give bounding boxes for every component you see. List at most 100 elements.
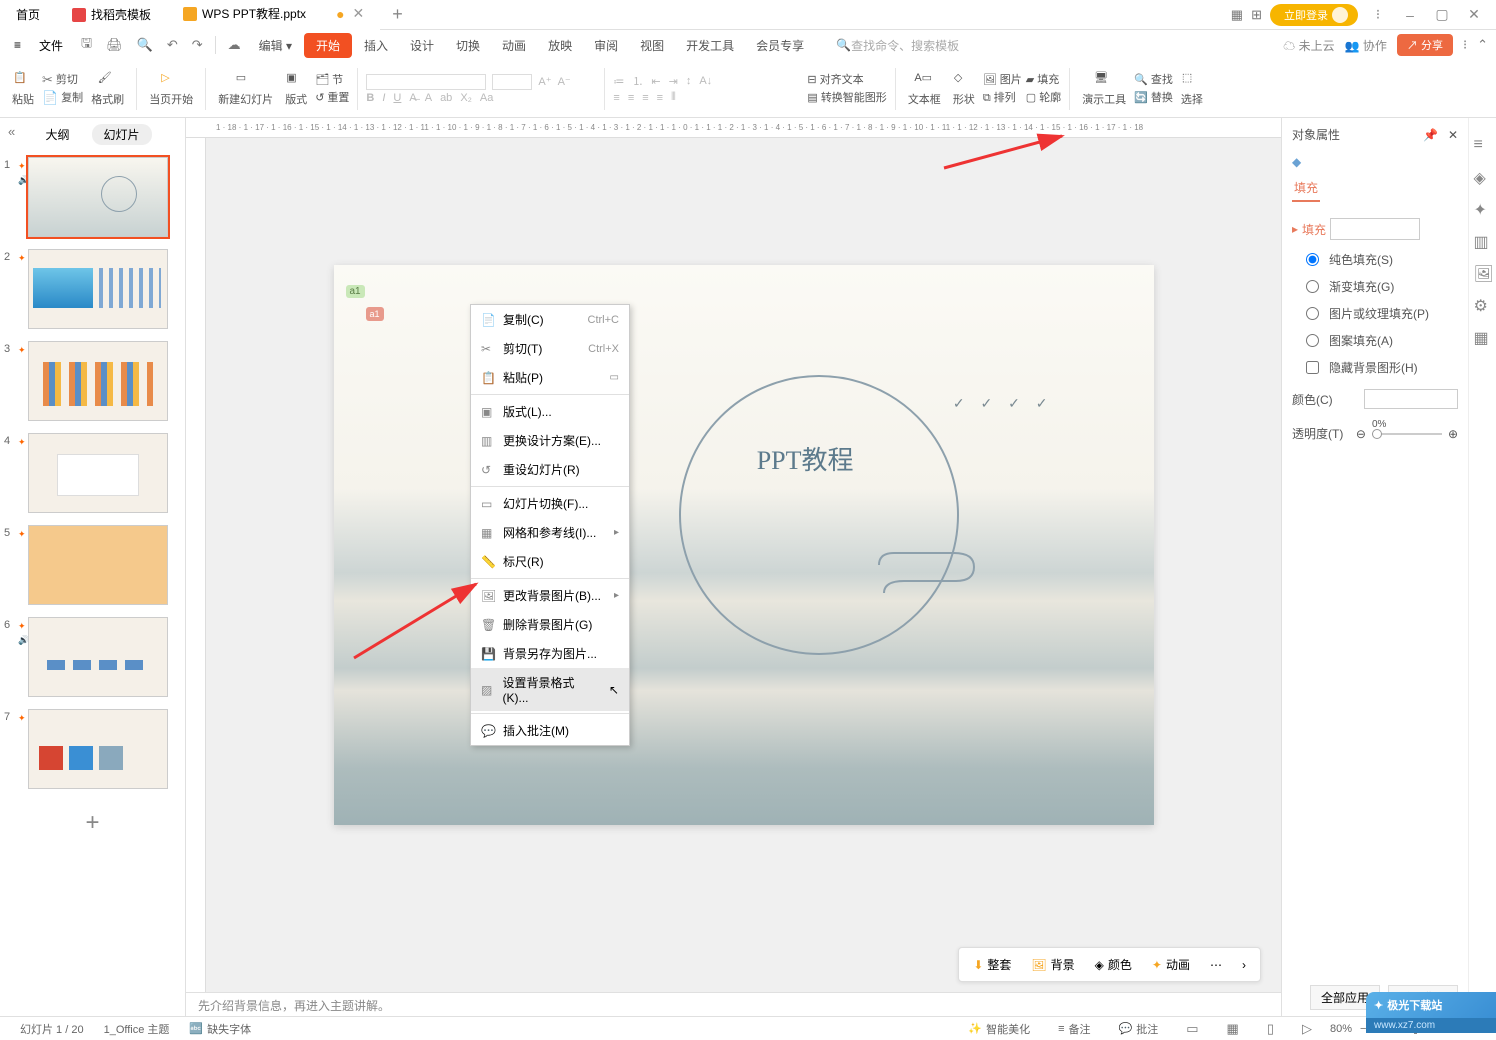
bullets-icon[interactable]: ≔ [613,75,624,88]
cloud-sync-icon[interactable]: ☁ [222,33,247,57]
thumb-2[interactable]: 2✦ [2,247,183,331]
tab-new-button[interactable]: + [380,4,415,25]
find-btn[interactable]: 🔍 查找 [1134,72,1173,88]
plus-icon[interactable]: ⊕ [1448,427,1458,441]
radio-pattern[interactable] [1306,334,1319,347]
zoom-value[interactable]: 80% [1330,1023,1352,1035]
distribute-icon[interactable]: ⫴ [671,91,676,104]
strip-ai-icon[interactable]: ✦ [1474,200,1492,218]
redo-icon[interactable]: ↷ [186,33,209,57]
strip-image-icon[interactable]: 🖼 [1474,264,1492,282]
save-icon[interactable]: 🖫 [75,30,98,60]
undo-icon[interactable]: ↶ [161,33,184,57]
cut-icon[interactable]: ✂ [42,72,53,88]
preview-icon[interactable]: 🔍 [131,33,159,57]
highlight-icon[interactable]: ab [440,92,452,104]
menu-transition[interactable]: 切换 [446,32,490,59]
canvas-area[interactable]: a1 a1 🔊 PPT教程 ✓ ✓ ✓ ✓ ⬇整套 🖼背景 ◈颜色 ✦动画 ⋯ [206,138,1281,992]
cm-cut[interactable]: ✂剪切(T)Ctrl+X [471,334,629,363]
font-size-select[interactable] [492,74,532,90]
theme-name[interactable]: 1_Office 主题 [94,1021,180,1037]
cm-copy[interactable]: 📄复制(C)Ctrl+C [471,305,629,334]
fill-swatch[interactable] [1330,218,1420,240]
menu-edit[interactable]: 编辑 ▾ [249,32,302,59]
collapse-icon[interactable]: « [8,124,15,139]
slides-tab[interactable]: 幻灯片 [92,124,152,145]
view-slideshow-icon[interactable]: ▷ [1292,1021,1322,1037]
cm-format-bg[interactable]: ▨设置背景格式(K)...↖ [471,668,629,711]
tab-templates[interactable]: 找稻壳模板 [56,0,167,30]
cloud-status[interactable]: ☁ 未上云 [1283,37,1334,54]
view-sorter-icon[interactable]: ▦ [1217,1021,1249,1037]
align-text-btn[interactable]: ⊟ 对齐文本 [807,72,886,88]
indent-dec-icon[interactable]: ⇤ [651,75,660,88]
replace-btn[interactable]: 🔄 替换 [1134,90,1173,106]
menu-devtools[interactable]: 开发工具 [676,32,744,59]
align-justify-icon[interactable]: ≡ [657,92,663,104]
hamburger-icon[interactable]: ≡ [8,34,27,56]
font-shrink-icon[interactable]: A⁻ [558,75,571,88]
picture-btn[interactable]: 🖼 图片 [983,72,1022,88]
thumb-1[interactable]: 1✦🔊 [2,155,183,239]
reset-btn[interactable]: ↺ 重置 [315,90,349,106]
radio-solid[interactable] [1306,253,1319,266]
section-btn[interactable]: 🗂 节 [315,72,349,88]
minus-icon[interactable]: ⊖ [1356,427,1366,441]
play-from-current[interactable]: ▷当页开始 [145,71,197,107]
menu-view[interactable]: 视图 [630,32,674,59]
share-button[interactable]: ↗ 分享 [1397,34,1453,56]
menu-design[interactable]: 设计 [400,32,444,59]
thumb-3[interactable]: 3✦ [2,339,183,423]
italic-icon[interactable]: I [382,92,385,104]
menu-file[interactable]: 文件 [29,33,73,58]
bg-btn[interactable]: 🖼背景 [1023,952,1082,977]
color-btn[interactable]: ◈颜色 [1087,952,1140,977]
thumb-5[interactable]: 5✦ [2,523,183,607]
smart-graphic-btn[interactable]: ▤ 转换智能图形 [807,90,886,106]
comment-marker-1[interactable]: a1 [346,285,365,298]
font-name-select[interactable] [366,74,486,90]
arrange-btn[interactable]: ⧉ 排列 [983,90,1022,106]
shape-btn[interactable]: ◇形状 [949,71,979,107]
copy-icon[interactable]: 📄 [42,90,58,106]
new-slide[interactable]: ▭新建幻灯片 [214,71,277,107]
print-icon[interactable]: 🖨 [100,33,129,57]
indent-inc-icon[interactable]: ⇥ [669,75,678,88]
cm-save-bg[interactable]: 💾背景另存为图片... [471,639,629,668]
bold-icon[interactable]: B [366,92,374,104]
window-maximize[interactable]: ▢ [1430,6,1454,23]
font-grow-icon[interactable]: A⁺ [538,75,551,88]
comment-marker-2[interactable]: a1 [366,307,384,321]
strip-template-icon[interactable]: ▥ [1474,232,1492,250]
cm-transition[interactable]: ▭幻灯片切换(F)... [471,489,629,518]
radio-picture[interactable] [1306,307,1319,320]
add-slide-button[interactable]: + [2,799,183,847]
outline-btn[interactable]: ▢ 轮廓 [1026,90,1061,106]
menu-start[interactable]: 开始 [304,33,352,58]
cm-layout[interactable]: ▣版式(L)... [471,397,629,426]
textbox-btn[interactable]: A▭文本框 [904,71,945,107]
more-icon[interactable]: ⁝ [1463,37,1467,53]
window-menu[interactable]: ⁝ [1366,6,1390,23]
more-designs[interactable]: ⋯ [1202,954,1230,976]
full-set-btn[interactable]: ⬇整套 [965,952,1019,977]
slide-canvas[interactable]: a1 a1 🔊 PPT教程 ✓ ✓ ✓ ✓ [334,265,1154,825]
align-left-icon[interactable]: ≡ [613,92,619,104]
copy-label[interactable]: 复制 [61,90,83,106]
thumb-6[interactable]: 6✦🔊 [2,615,183,699]
login-button[interactable]: 立即登录 [1270,4,1358,26]
text-direction-icon[interactable]: A↓ [699,75,712,87]
cm-change-bg[interactable]: 🖼更改背景图片(B)...▸ [471,581,629,610]
notes-toggle[interactable]: ≡ 备注 [1048,1021,1100,1037]
menu-vip[interactable]: 会员专享 [746,32,814,59]
select-btn[interactable]: ⬚选择 [1177,71,1207,107]
check-hide-bg[interactable] [1306,361,1319,374]
missing-fonts[interactable]: 🔤 缺失字体 [179,1021,261,1037]
menu-insert[interactable]: 插入 [354,32,398,59]
cm-reset-slide[interactable]: ↺重设幻灯片(R) [471,455,629,484]
menu-review[interactable]: 审阅 [584,32,628,59]
color-picker[interactable] [1364,389,1458,409]
fill-section[interactable]: ▸ 填充 [1292,212,1458,246]
strip-diamond-icon[interactable]: ◈ [1474,168,1492,186]
notes-bar[interactable]: 先介绍背景信息，再进入主题讲解。 [186,992,1281,1016]
